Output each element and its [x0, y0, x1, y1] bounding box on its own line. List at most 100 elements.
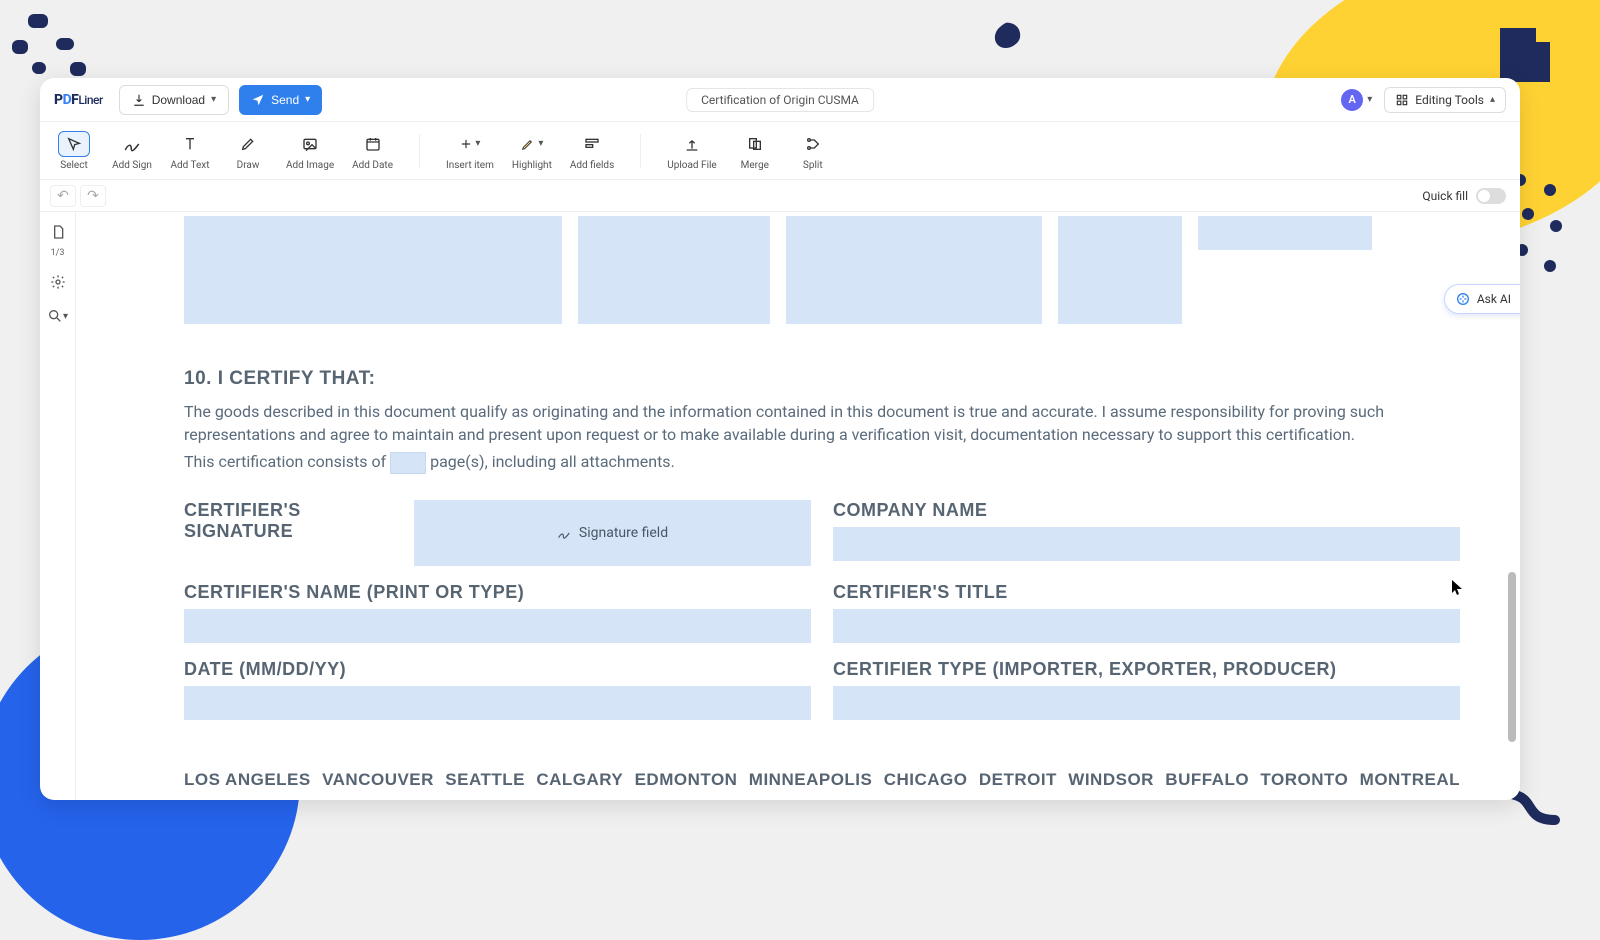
company-name-field[interactable] — [833, 527, 1460, 561]
tool-select-label: Select — [60, 160, 87, 171]
scrollbar-thumb[interactable] — [1508, 572, 1516, 742]
tool-add-text[interactable]: Add Text — [170, 131, 210, 171]
document-content: 10. I CERTIFY THAT: The goods described … — [184, 212, 1460, 790]
scrollbar-track[interactable] — [1508, 212, 1518, 800]
signature-field[interactable]: Signature field — [414, 500, 811, 566]
zoom-button[interactable]: ▾ — [48, 306, 68, 326]
account-menu[interactable]: A ▾ — [1341, 89, 1372, 111]
titlebar: PDFLiner Download ▾ Send ▾ Certification… — [40, 78, 1520, 122]
chevron-down-icon: ▾ — [63, 311, 68, 322]
city: MINNEAPOLIS — [749, 770, 873, 790]
toggle-switch[interactable] — [1476, 188, 1506, 204]
pencil-icon — [232, 131, 264, 157]
toolbar-divider — [640, 134, 641, 168]
tool-add-image-label: Add Image — [286, 160, 334, 171]
tool-merge[interactable]: Merge — [735, 131, 775, 171]
city: VANCOUVER — [322, 770, 434, 790]
label-company: COMPANY NAME — [833, 500, 1460, 521]
text-fragment: page(s), including all attachments. — [430, 452, 675, 471]
label-signature: CERTIFIER'S SIGNATURE — [184, 500, 396, 542]
gear-icon — [50, 274, 66, 290]
tool-add-sign[interactable]: Add Sign — [112, 131, 152, 171]
download-button[interactable]: Download ▾ — [119, 85, 229, 115]
tools-icon — [1395, 93, 1409, 107]
certifier-title-field[interactable] — [833, 609, 1460, 643]
quick-fill-label: Quick fill — [1422, 189, 1468, 203]
pages-count-field[interactable] — [390, 452, 426, 474]
download-icon — [132, 93, 146, 107]
form-field[interactable] — [1198, 216, 1372, 250]
section-heading: 10. I CERTIFY THAT: — [184, 368, 1460, 390]
date-field[interactable] — [184, 686, 811, 720]
label-certifier-title: CERTIFIER'S TITLE — [833, 582, 1460, 603]
form-fields-icon — [576, 131, 608, 157]
tool-split-label: Split — [803, 160, 823, 171]
tool-upload-file-label: Upload File — [667, 160, 717, 171]
chevron-up-icon: ▴ — [1490, 94, 1495, 105]
city: BUFFALO — [1165, 770, 1249, 790]
tool-insert-item[interactable]: ▾ Insert item — [446, 131, 494, 171]
tool-add-sign-label: Add Sign — [112, 160, 152, 171]
form-field[interactable] — [1058, 216, 1182, 324]
app-window: PDFLiner Download ▾ Send ▾ Certification… — [40, 78, 1520, 800]
send-label: Send — [271, 93, 299, 107]
tool-add-date-label: Add Date — [352, 160, 393, 171]
image-icon — [294, 131, 326, 157]
pages-panel-button[interactable] — [48, 222, 68, 242]
tool-upload-file[interactable]: Upload File — [667, 131, 717, 171]
send-button[interactable]: Send ▾ — [239, 85, 322, 115]
tool-add-fields[interactable]: Add fields — [570, 131, 614, 171]
table-row-fields — [184, 216, 1460, 324]
tool-highlight-label: Highlight — [512, 160, 552, 171]
city: WINDSOR — [1068, 770, 1154, 790]
redo-button[interactable]: ↷ — [80, 185, 106, 207]
redo-icon: ↷ — [87, 188, 99, 204]
certify-paragraph-2: This certification consists of page(s), … — [184, 450, 1460, 474]
city: EDMONTON — [635, 770, 738, 790]
tool-add-text-label: Add Text — [170, 160, 209, 171]
left-sidebar: 1/3 ▾ — [40, 212, 76, 800]
tool-select[interactable]: Select — [54, 131, 94, 171]
chevron-down-icon: ▾ — [305, 94, 310, 105]
tool-merge-label: Merge — [741, 160, 769, 171]
cursor-icon — [58, 131, 90, 157]
undo-icon: ↶ — [57, 188, 69, 204]
document-canvas[interactable]: Ask AI 10. I CERTIFY THAT: The goods des… — [76, 212, 1520, 800]
tool-add-date[interactable]: Add Date — [352, 131, 393, 171]
chevron-down-icon: ▾ — [211, 94, 216, 105]
tool-add-image[interactable]: Add Image — [286, 131, 334, 171]
tool-add-fields-label: Add fields — [570, 160, 614, 171]
cities-footer: LOS ANGELES VANCOUVER SEATTLE CALGARY ED… — [184, 770, 1460, 790]
document-title[interactable]: Certification of Origin CUSMA — [686, 88, 874, 112]
tool-draw[interactable]: Draw — [228, 131, 268, 171]
city: CALGARY — [536, 770, 623, 790]
quick-fill-toggle[interactable]: Quick fill — [1422, 188, 1506, 204]
undo-redo-strip: ↶ ↷ Quick fill — [40, 180, 1520, 212]
chevron-down-icon: ▾ — [1367, 94, 1372, 105]
upload-icon — [676, 131, 708, 157]
certifier-type-field[interactable] — [833, 686, 1460, 720]
label-certifier-type: CERTIFIER TYPE (IMPORTER, EXPORTER, PROD… — [833, 659, 1460, 680]
plus-icon: ▾ — [454, 131, 486, 157]
signature-icon — [116, 131, 148, 157]
settings-button[interactable] — [48, 272, 68, 292]
calendar-icon — [357, 131, 389, 157]
form-field[interactable] — [184, 216, 562, 324]
signature-placeholder: Signature field — [579, 525, 668, 541]
search-icon — [47, 308, 63, 324]
certify-paragraph-1: The goods described in this document qua… — [184, 400, 1460, 446]
undo-button[interactable]: ↶ — [50, 185, 76, 207]
merge-icon — [739, 131, 771, 157]
toolbar-divider — [419, 134, 420, 168]
form-field[interactable] — [786, 216, 1042, 324]
tool-highlight[interactable]: ▾ Highlight — [512, 131, 552, 171]
editing-tools-button[interactable]: Editing Tools ▴ — [1384, 87, 1506, 113]
form-field[interactable] — [578, 216, 770, 324]
certifier-name-field[interactable] — [184, 609, 811, 643]
split-icon — [797, 131, 829, 157]
avatar: A — [1341, 89, 1363, 111]
tool-split[interactable]: Split — [793, 131, 833, 171]
app-logo: PDFLiner — [54, 92, 103, 108]
toolbar: Select Add Sign Add Text Draw Add Image … — [40, 122, 1520, 180]
page-icon — [50, 224, 66, 240]
